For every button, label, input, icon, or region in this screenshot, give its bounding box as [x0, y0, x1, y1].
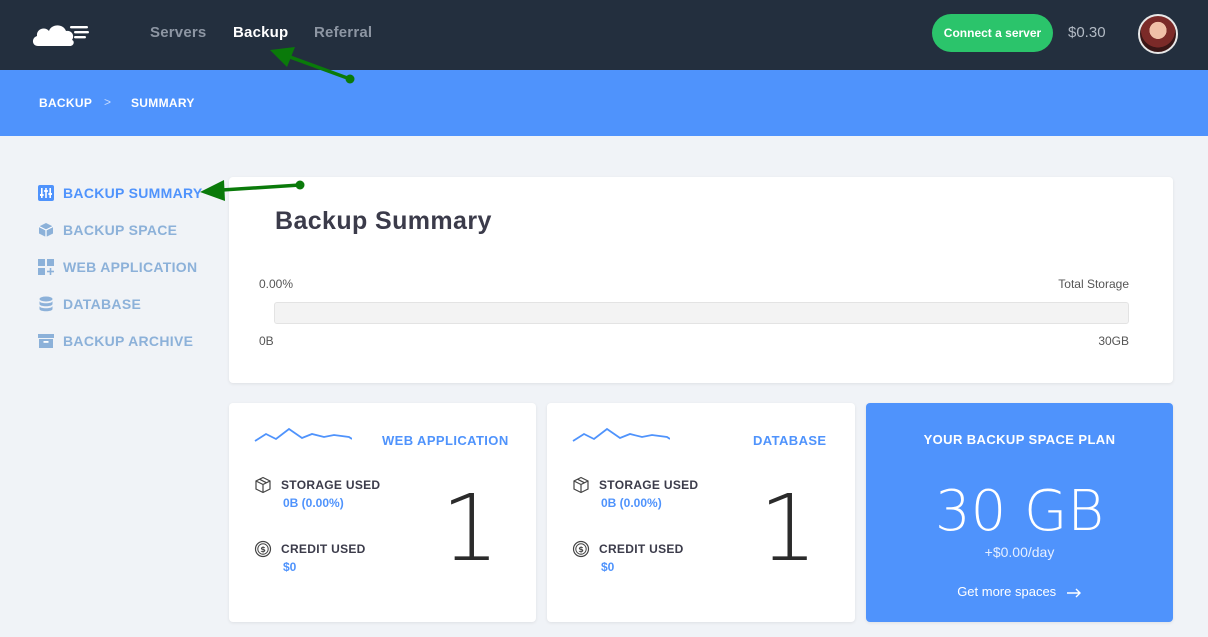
sidebar-item-database[interactable]: DATABASE	[38, 294, 141, 314]
arrow-right-icon	[1066, 588, 1081, 598]
cube-icon	[38, 223, 54, 237]
card-title: WEB APPLICATION	[382, 433, 509, 448]
get-more-spaces-label: Get more spaces	[957, 584, 1057, 599]
coin-icon: $	[254, 540, 272, 558]
breadcrumb-backup[interactable]: BACKUP	[39, 96, 92, 110]
sidebar-item-backup-summary[interactable]: BACKUP SUMMARY	[38, 183, 203, 203]
credit-used-label: CREDIT USED	[281, 542, 366, 556]
wave-chart-icon	[254, 427, 352, 442]
storage-used-label: STORAGE USED	[599, 478, 699, 492]
sidebar-item-label: WEB APPLICATION	[63, 259, 198, 275]
page-title: Backup Summary	[275, 207, 492, 235]
connect-server-button[interactable]: Connect a server	[932, 14, 1053, 52]
breadcrumb: BACKUP > SUMMARY	[0, 70, 1208, 136]
sidebar-item-label: BACKUP SPACE	[63, 222, 178, 238]
credit-used-value: $0	[283, 560, 297, 574]
storage-used-value: 0B (0.00%)	[283, 496, 344, 510]
breadcrumb-summary: SUMMARY	[131, 96, 195, 110]
account-balance[interactable]: $0.30	[1068, 24, 1106, 41]
database-card: DATABASE STORAGE USED 0B (0.00%) $ CREDI…	[547, 403, 855, 622]
svg-text:$: $	[260, 545, 266, 554]
card-title: DATABASE	[753, 433, 827, 448]
get-more-spaces-link[interactable]: Get more spaces	[866, 584, 1173, 599]
storage-used-label: STORAGE USED	[281, 478, 381, 492]
plan-rate: +$0.00/day	[984, 544, 1055, 560]
sidebar-item-label: DATABASE	[63, 296, 142, 312]
nav-servers[interactable]: Servers	[150, 24, 206, 41]
archive-box-icon	[38, 334, 54, 348]
plan-title: YOUR BACKUP SPACE PLAN	[923, 432, 1116, 447]
nav-backup[interactable]: Backup	[233, 24, 288, 41]
web-application-count: 1	[441, 475, 500, 582]
usage-percent: 0.00%	[259, 277, 294, 291]
database-icon	[39, 296, 53, 312]
backup-space-plan-card: YOUR BACKUP SPACE PLAN 30 GB +$0.00/day …	[866, 403, 1173, 622]
backup-summary-card: Backup Summary 0.00% Total Storage 0B 30…	[229, 177, 1173, 383]
storage-max-label: 30GB	[1098, 334, 1129, 348]
user-avatar[interactable]	[1138, 14, 1178, 54]
nav-referral[interactable]: Referral	[314, 24, 372, 41]
box-icon	[255, 476, 271, 494]
sidebar-item-web-application[interactable]: WEB APPLICATION	[38, 257, 197, 277]
storage-progress-bar	[274, 302, 1129, 324]
sidebar-item-label: BACKUP SUMMARY	[63, 185, 203, 201]
sidebar-item-backup-space[interactable]: BACKUP SPACE	[38, 220, 177, 240]
svg-text:$: $	[578, 545, 584, 554]
wave-chart-icon	[572, 427, 670, 442]
top-navbar: Servers Backup Referral Connect a server…	[0, 0, 1208, 70]
credit-used-label: CREDIT USED	[599, 542, 684, 556]
apps-plus-icon	[38, 259, 54, 275]
coin-icon: $	[572, 540, 590, 558]
sidebar-item-label: BACKUP ARCHIVE	[63, 333, 194, 349]
sliders-icon	[38, 185, 54, 201]
credit-used-value: $0	[601, 560, 615, 574]
storage-min-label: 0B	[259, 334, 274, 348]
database-count: 1	[759, 475, 818, 582]
breadcrumb-separator: >	[104, 95, 112, 109]
plan-size: 30 GB	[934, 479, 1105, 544]
sidebar-item-backup-archive[interactable]: BACKUP ARCHIVE	[38, 331, 193, 351]
cloud-logo-icon[interactable]	[30, 18, 92, 50]
storage-used-value: 0B (0.00%)	[601, 496, 662, 510]
web-application-card: WEB APPLICATION STORAGE USED 0B (0.00%) …	[229, 403, 536, 622]
total-storage-label: Total Storage	[1058, 277, 1129, 291]
box-icon	[573, 476, 589, 494]
